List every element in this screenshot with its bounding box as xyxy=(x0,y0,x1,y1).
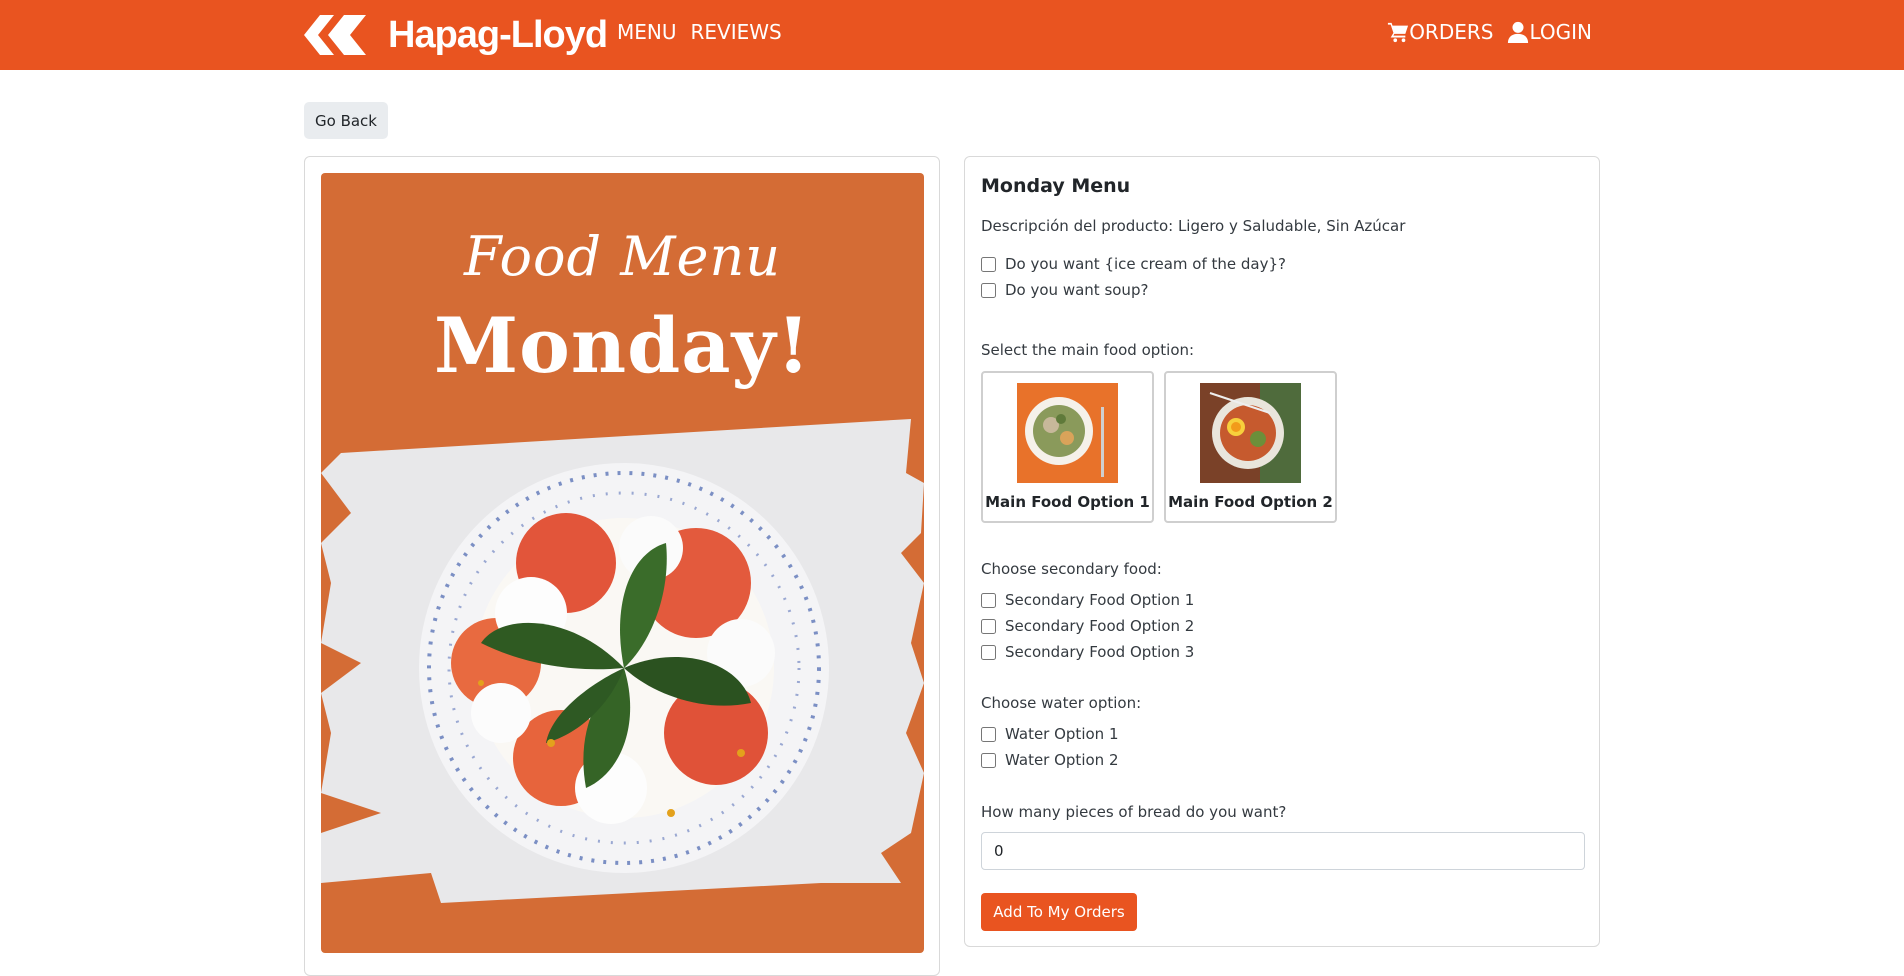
user-nav: ORDERS LOGIN xyxy=(1387,20,1592,44)
product-description: Descripción del producto: Ligero y Salud… xyxy=(981,217,1406,235)
soup-checkbox[interactable] xyxy=(981,282,996,298)
soup-label: Do you want soup? xyxy=(1005,281,1149,299)
water-heading: Choose water option: xyxy=(981,694,1142,712)
main-nav: MENU REVIEWS xyxy=(617,20,782,44)
nav-reviews-link[interactable]: REVIEWS xyxy=(691,20,782,44)
secondary-option-1-label: Secondary Food Option 1 xyxy=(1005,591,1195,609)
water-option-1[interactable]: Water Option 1 xyxy=(981,725,1118,743)
secondary-option-1[interactable]: Secondary Food Option 1 xyxy=(981,591,1194,609)
ice-cream-checkbox[interactable] xyxy=(981,256,996,272)
water-option-1-label: Water Option 1 xyxy=(1005,725,1119,743)
main-food-1-image xyxy=(1017,383,1118,483)
water-option-2-label: Water Option 2 xyxy=(1005,751,1119,769)
water-option-2[interactable]: Water Option 2 xyxy=(981,751,1118,769)
main-food-option-1[interactable]: Main Food Option 1 xyxy=(981,371,1154,523)
main-food-option-1-label: Main Food Option 1 xyxy=(985,493,1150,511)
add-to-orders-button[interactable]: Add To My Orders xyxy=(981,893,1137,931)
water-option-1-checkbox[interactable] xyxy=(981,726,996,742)
hapag-lloyd-logo-icon xyxy=(304,15,366,55)
ice-cream-label: Do you want {ice cream of the day}? xyxy=(1005,255,1286,273)
nav-login-label: LOGIN xyxy=(1529,20,1592,44)
secondary-option-2-label: Secondary Food Option 2 xyxy=(1005,617,1195,635)
main-food-option-2-label: Main Food Option 2 xyxy=(1168,493,1333,511)
secondary-food-heading: Choose secondary food: xyxy=(981,560,1162,578)
nav-login-link[interactable]: LOGIN xyxy=(1507,20,1592,44)
brand-name: Hapag-Lloyd xyxy=(388,13,608,56)
bread-quantity-input[interactable] xyxy=(981,832,1585,870)
product-details-card: Monday Menu Descripción del producto: Li… xyxy=(964,156,1600,947)
go-back-button[interactable]: Go Back xyxy=(304,102,388,139)
product-image-card: Food Menu Monday! xyxy=(304,156,940,976)
soup-option[interactable]: Do you want soup? xyxy=(981,281,1148,299)
secondary-option-3[interactable]: Secondary Food Option 3 xyxy=(981,643,1194,661)
water-option-2-checkbox[interactable] xyxy=(981,752,996,768)
nav-orders-label: ORDERS xyxy=(1409,20,1494,44)
poster-title: Monday! xyxy=(434,301,811,390)
poster-script-text: Food Menu xyxy=(463,225,782,288)
main-food-option-2[interactable]: Main Food Option 2 xyxy=(1164,371,1337,523)
secondary-option-2[interactable]: Secondary Food Option 2 xyxy=(981,617,1194,635)
secondary-option-3-checkbox[interactable] xyxy=(981,644,996,660)
product-title: Monday Menu xyxy=(981,175,1131,197)
shopping-cart-icon xyxy=(1388,22,1409,43)
user-icon xyxy=(1508,21,1529,43)
main-food-2-image xyxy=(1200,383,1301,483)
bread-heading: How many pieces of bread do you want? xyxy=(981,803,1287,821)
nav-menu-link[interactable]: MENU xyxy=(617,20,677,44)
navbar: Hapag-Lloyd MENU REVIEWS ORDERS LOGIN xyxy=(0,0,1904,70)
main-food-heading: Select the main food option: xyxy=(981,341,1195,359)
secondary-option-1-checkbox[interactable] xyxy=(981,592,996,608)
caprese-plate-image xyxy=(321,419,924,903)
brand-home-link[interactable]: Hapag-Lloyd xyxy=(304,12,608,58)
nav-orders-link[interactable]: ORDERS xyxy=(1387,20,1493,44)
menu-poster: Food Menu Monday! xyxy=(321,173,924,953)
ice-cream-option[interactable]: Do you want {ice cream of the day}? xyxy=(981,255,1286,273)
secondary-option-2-checkbox[interactable] xyxy=(981,618,996,634)
secondary-option-3-label: Secondary Food Option 3 xyxy=(1005,643,1195,661)
